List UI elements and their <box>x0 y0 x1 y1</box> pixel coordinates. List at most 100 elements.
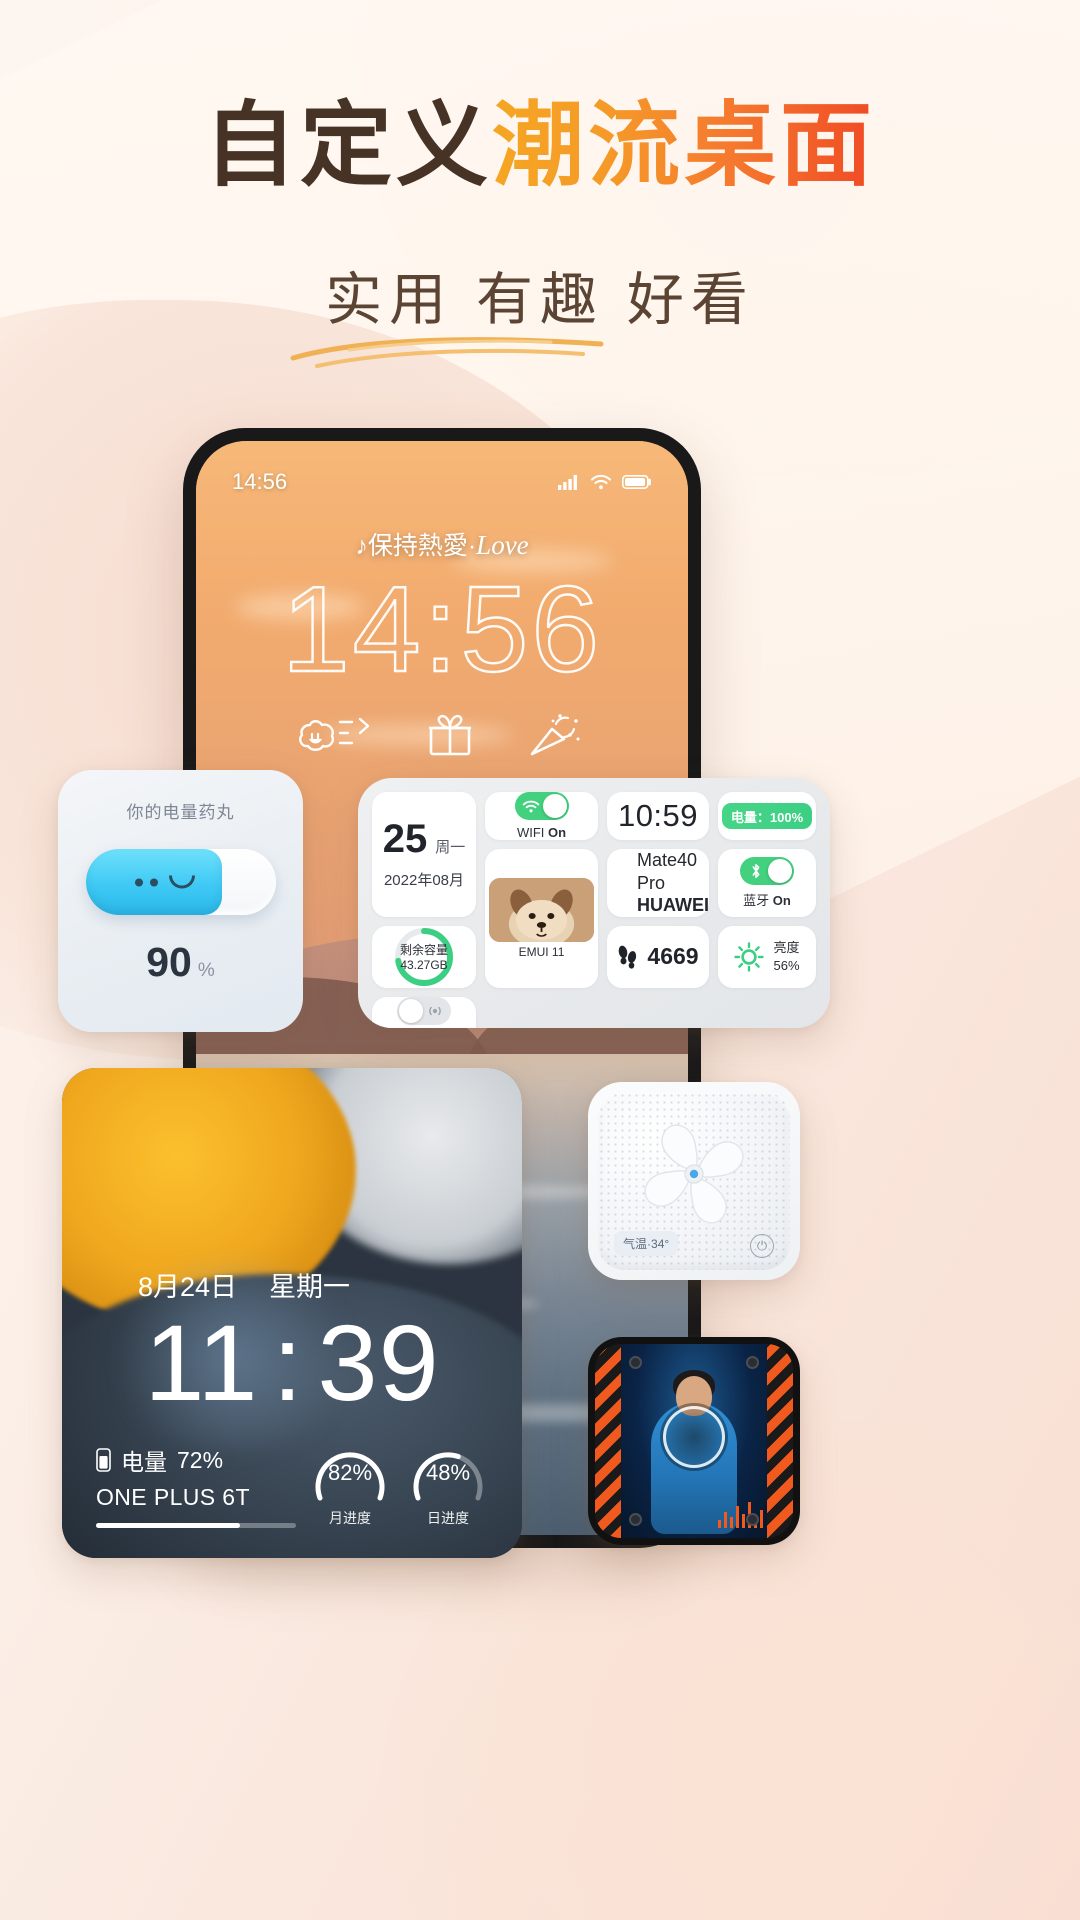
battery-bar-fill <box>96 1523 240 1528</box>
phone-battery-icon <box>96 1448 111 1472</box>
battery-pill-value: 90 <box>146 939 192 985</box>
tile-bluetooth[interactable]: 蓝牙 On <box>718 849 816 917</box>
widget-card-fan[interactable]: 气温·34° ⏻ <box>588 1082 800 1280</box>
panel-clock-value: 10:59 <box>617 798 699 833</box>
wifi-icon <box>522 800 539 812</box>
cellular-icon <box>429 1006 441 1015</box>
pill-eye-right <box>149 878 158 886</box>
cellular-toggle[interactable] <box>397 996 451 1025</box>
fan-temperature-chip: 气温·34° <box>614 1231 679 1256</box>
tile-date[interactable]: 25 周一 2022年08月 <box>372 792 476 917</box>
device-model: Mate40 Pro <box>637 850 698 893</box>
wifi-label-state: On <box>548 825 567 840</box>
battery-chip-label: 电量：100% <box>721 803 813 829</box>
widget-card-battery-pill[interactable]: 你的电量药丸 90% <box>58 770 303 1032</box>
toggle-knob <box>542 794 567 818</box>
progress-ring-month-label: 月进度 <box>329 1510 371 1526</box>
clock-card-battery-block: 电量 72% ONE PLUS 6T <box>96 1443 310 1528</box>
storage-ring: 剩余容量 43.27GB <box>393 926 455 988</box>
clock-card-hours: 11 <box>144 1301 259 1423</box>
wifi-label: WIFI On <box>517 825 566 840</box>
page-title-part2: 潮流桌面 <box>492 95 877 197</box>
steps-row: 4669 <box>617 943 699 970</box>
power-icon[interactable]: ⏻ <box>750 1234 774 1258</box>
music-separator: · <box>467 532 477 560</box>
clock-card-date-row: 8月24日 星期一 <box>96 1265 488 1304</box>
music-title-en: Love <box>476 530 529 560</box>
tile-brightness[interactable]: 亮度 56% <box>718 925 816 988</box>
tile-storage[interactable]: 剩余容量 43.27GB <box>372 925 476 988</box>
tile-wifi[interactable]: WIFI On <box>485 792 598 840</box>
fan-temp-label: 气温 <box>623 1237 648 1251</box>
music-card-inner <box>595 1344 793 1538</box>
corner-screw-icon <box>629 1513 642 1526</box>
hazard-stripe-right <box>767 1344 793 1538</box>
tile-cellular[interactable]: 蜂窝 Off <box>372 996 476 1028</box>
party-popper-icon <box>530 714 580 756</box>
smiley-face-icon <box>134 875 195 889</box>
tile-steps[interactable]: 4669 <box>607 925 709 988</box>
widget-card-clock[interactable]: 8月24日 星期一 11 : 39 电量 72% ONE PLUS 6T 82%… <box>62 1068 522 1558</box>
corner-screw-icon <box>746 1356 759 1369</box>
storage-ring-text: 剩余容量 43.27GB <box>393 926 455 988</box>
wifi-icon <box>590 474 612 490</box>
battery-pill-value-row: 90% <box>76 939 285 986</box>
dog-illustration <box>489 877 594 942</box>
clock-card-battery-value: 72% <box>177 1446 224 1473</box>
battery-icon <box>622 474 651 489</box>
clock-card-ring-group: 82% 月进度 48% 日进度 <box>310 1444 488 1528</box>
tile-device[interactable]: Mate40 Pro HUAWEI <box>607 849 709 917</box>
tile-pet-photo[interactable]: EMUI 11 <box>485 849 598 988</box>
toggle-knob <box>399 998 423 1023</box>
device-name-block: Mate40 Pro HUAWEI <box>637 849 709 917</box>
footsteps-icon <box>619 945 637 969</box>
bluetooth-label-name: 蓝牙 <box>743 892 770 908</box>
status-bar-icons <box>558 474 652 490</box>
cellular-signal-icon <box>558 475 577 490</box>
underline-swash-icon <box>290 337 604 368</box>
wifi-label-name: WIFI <box>516 825 545 840</box>
progress-ring-day: 48% 日进度 <box>408 1444 488 1526</box>
sun-icon <box>734 941 765 972</box>
tile-clock[interactable]: 10:59 <box>607 792 709 840</box>
clock-card-battery-bar <box>96 1523 296 1528</box>
storage-label: 剩余容量 <box>399 943 448 957</box>
brightness-value: 56% <box>773 957 800 973</box>
battery-pill-title: 你的电量药丸 <box>126 803 235 822</box>
clock-card-minutes: 39 <box>317 1301 440 1423</box>
clock-card-date: 8月24日 <box>138 1271 238 1302</box>
tile-battery-chip[interactable]: 电量：100% <box>718 792 816 840</box>
clock-card-content: 8月24日 星期一 11 : 39 电量 72% ONE PLUS 6T 82%… <box>62 1068 522 1558</box>
progress-ring-month: 82% 月进度 <box>310 1444 390 1526</box>
battery-pill-unit: % <box>197 960 215 981</box>
storage-value: 43.27GB <box>400 958 448 972</box>
brightness-label: 亮度 <box>773 939 800 955</box>
speaker-dial-icon[interactable] <box>663 1406 725 1469</box>
clock-card-colon: : <box>272 1301 304 1423</box>
bluetooth-toggle[interactable] <box>740 856 794 885</box>
music-note-icon: ♪ <box>355 532 368 560</box>
bluetooth-label-state: On <box>772 892 791 908</box>
progress-ring-day-label: 日进度 <box>427 1510 469 1526</box>
progress-ring-day-value: 48% <box>425 1460 471 1485</box>
date-weekday: 周一 <box>435 838 466 856</box>
pill-eye-left <box>134 878 143 886</box>
lockscreen-clock: 14:56 <box>281 560 603 698</box>
clock-card-battery-label: 电量 <box>121 1449 167 1475</box>
clock-card-time: 11 : 39 <box>96 1301 488 1423</box>
battery-pill-graphic <box>85 849 276 915</box>
hazard-stripe-left <box>595 1344 621 1538</box>
wifi-toggle[interactable] <box>514 792 569 820</box>
bluetooth-label: 蓝牙 On <box>743 890 791 909</box>
widget-card-grid-panel[interactable]: 25 周一 2022年08月 WIFI On 10:59 电量：100% Mat… <box>358 778 830 1028</box>
date-day: 25 <box>382 816 428 861</box>
phone-status-bar: 14:56 <box>196 463 688 501</box>
device-brand: HUAWEI <box>637 895 709 915</box>
corner-screw-icon <box>746 1513 759 1526</box>
fan-card-face: 气温·34° ⏻ <box>598 1092 790 1270</box>
gift-icon <box>429 714 471 756</box>
widget-card-music[interactable] <box>588 1337 800 1545</box>
page-title: 自定义潮流桌面 <box>0 98 1080 195</box>
brightness-row: 亮度 56% <box>734 939 800 974</box>
steps-value: 4669 <box>647 943 699 969</box>
